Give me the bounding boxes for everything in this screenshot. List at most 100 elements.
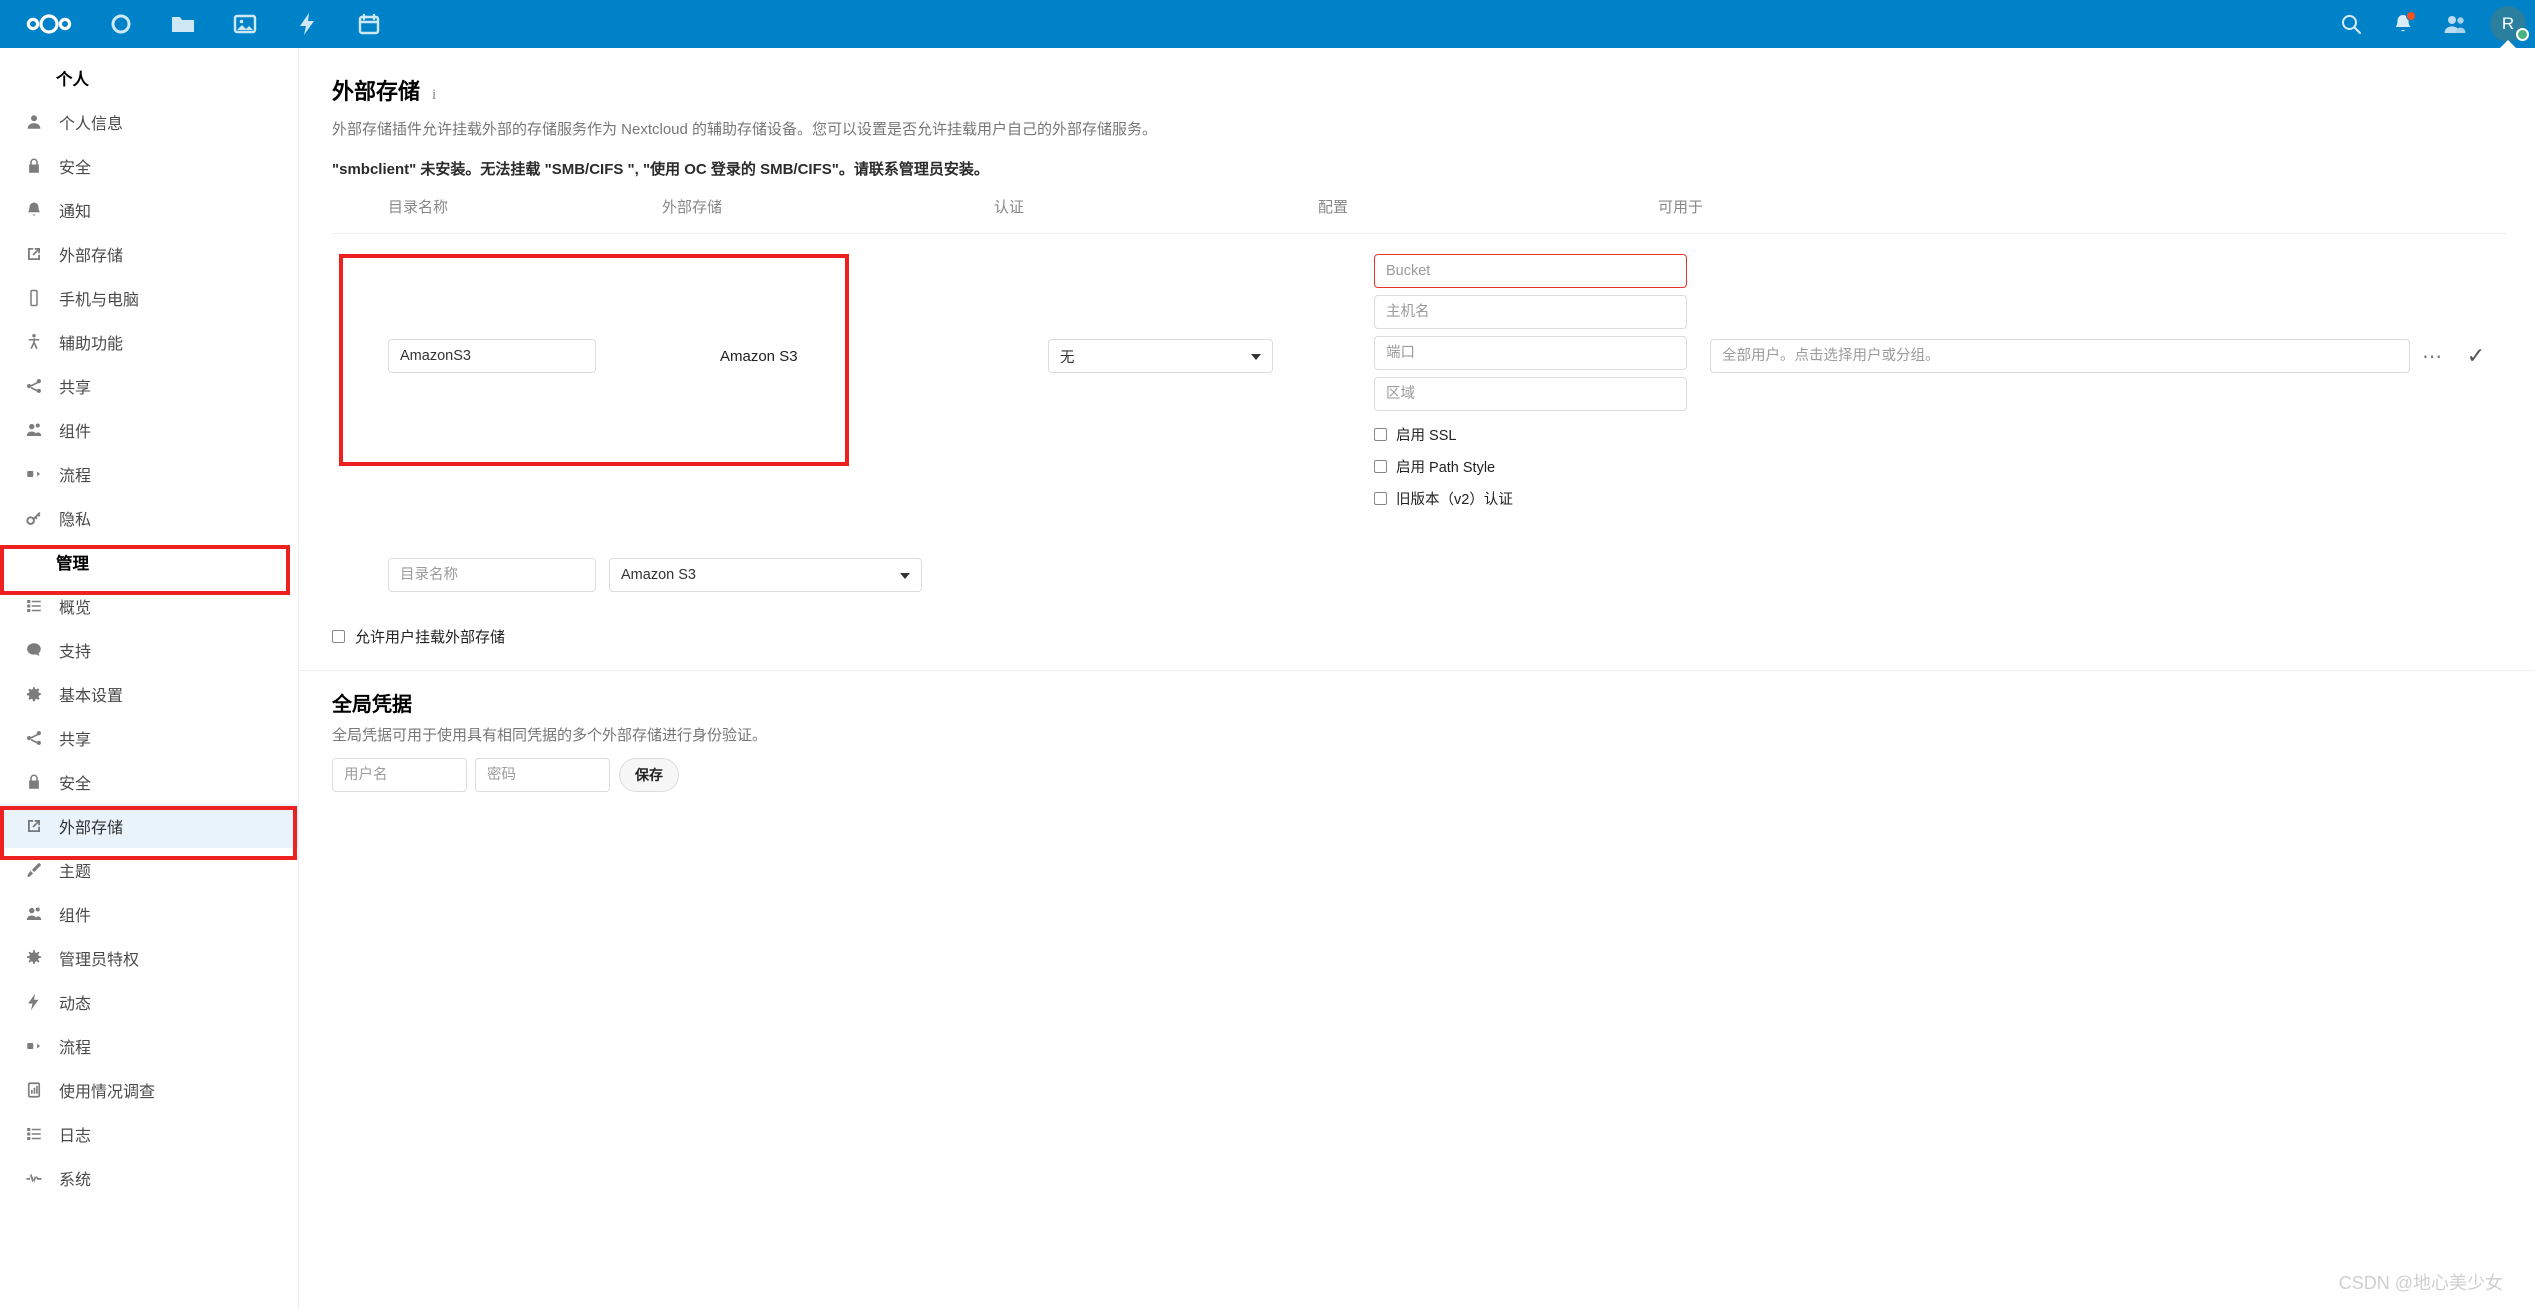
chevron-down-icon <box>1251 354 1261 360</box>
files-icon[interactable] <box>152 0 214 48</box>
enable-ssl-checkbox-row: 启用 SSL <box>1374 418 1704 450</box>
sidebar-item-admin-3[interactable]: 共享 <box>0 716 298 760</box>
port-field[interactable] <box>1374 336 1687 370</box>
sidebar-item-admin-11[interactable]: 使用情况调查 <box>0 1068 298 1112</box>
sidebar-item-admin-7[interactable]: 组件 <box>0 892 298 936</box>
activity-icon <box>22 990 46 1014</box>
checkmark-icon[interactable]: ✓ <box>2454 339 2498 373</box>
groupware-icon <box>22 418 46 442</box>
activity-icon[interactable] <box>276 0 338 48</box>
allow-user-mount-row: 允许用户挂载外部存储 <box>332 626 505 647</box>
avatar[interactable]: R <box>2481 0 2535 49</box>
authentication-select-value: 无 <box>1060 349 1075 366</box>
sidebar-item-personal-2[interactable]: 通知 <box>0 188 298 232</box>
sidebar-item-personal-0[interactable]: 个人信息 <box>0 100 298 144</box>
sidebar-item-label: 流程 <box>59 1040 92 1057</box>
enable-path-style-checkbox-row: 启用 Path Style <box>1374 450 1704 482</box>
sidebar-section-admin: 管理 <box>56 555 89 573</box>
sidebar-item-personal-5[interactable]: 辅助功能 <box>0 320 298 364</box>
sidebar-item-personal-7[interactable]: 组件 <box>0 408 298 452</box>
external-storage-icon <box>22 814 46 838</box>
sidebar-item-label: 系统 <box>59 1172 92 1189</box>
ellipsis-icon[interactable]: ⋯ <box>2410 339 2454 373</box>
sidebar-item-admin-5[interactable]: 外部存储 <box>0 804 298 848</box>
sidebar-item-admin-1[interactable]: 支持 <box>0 628 298 672</box>
calendar-icon[interactable] <box>338 0 400 48</box>
sidebar-item-admin-6[interactable]: 主题 <box>0 848 298 892</box>
gear-icon <box>22 682 46 706</box>
new-backend-select[interactable]: Amazon S3 <box>609 558 922 592</box>
folder-name-input[interactable] <box>388 339 596 373</box>
sidebar-item-personal-6[interactable]: 共享 <box>0 364 298 408</box>
table-row: Amazon S3 无 启用 SSL 启用 Path Style 旧版本（v2）认证… <box>332 234 2507 531</box>
sidebar-item-admin-9[interactable]: 动态 <box>0 980 298 1024</box>
notifications-bell-icon[interactable] <box>2377 0 2429 48</box>
sidebar-item-label: 手机与电脑 <box>59 292 140 309</box>
dashboard-icon[interactable] <box>90 0 152 48</box>
new-folder-name-input[interactable] <box>388 558 596 592</box>
sidebar-item-label: 外部存储 <box>59 820 124 837</box>
admin-privileges-icon <box>22 946 46 970</box>
sidebar-item-admin-13[interactable]: 系统 <box>0 1156 298 1200</box>
sidebar-item-admin-10[interactable]: 流程 <box>0 1024 298 1068</box>
workflow-icon <box>22 462 46 486</box>
overview-icon <box>22 594 46 618</box>
global-username-input[interactable] <box>332 758 467 792</box>
search-icon[interactable] <box>2325 0 2377 48</box>
sidebar-item-personal-3[interactable]: 外部存储 <box>0 232 298 276</box>
column-header-external-storage: 外部存储 <box>662 199 723 216</box>
sidebar-item-admin-0[interactable]: 概览 <box>0 584 298 628</box>
contacts-icon[interactable] <box>2429 0 2481 48</box>
sidebar-item-personal-8[interactable]: 流程 <box>0 452 298 496</box>
sidebar-item-admin-2[interactable]: 基本设置 <box>0 672 298 716</box>
enable-path-style-checkbox-label: 启用 Path Style <box>1396 459 1496 476</box>
section-divider <box>300 670 2535 671</box>
sidebar-item-personal-4[interactable]: 手机与电脑 <box>0 276 298 320</box>
sidebar-item-label: 组件 <box>59 908 92 925</box>
authentication-select[interactable]: 无 <box>1048 339 1273 373</box>
legacy-v2-auth-checkbox-label: 旧版本（v2）认证 <box>1396 491 1513 508</box>
column-header-available-for: 可用于 <box>1658 199 1704 216</box>
sidebar-item-admin-4[interactable]: 安全 <box>0 760 298 804</box>
online-status-dot <box>2516 28 2529 41</box>
sidebar-item-admin-12[interactable]: 日志 <box>0 1112 298 1156</box>
nextcloud-logo[interactable] <box>18 0 80 48</box>
page-title-text: 外部存储 <box>332 79 421 104</box>
bucket-field[interactable] <box>1374 254 1687 288</box>
sidebar-item-label: 组件 <box>59 424 92 441</box>
global-credentials-description: 全局凭据可用于使用具有相同凭据的多个外部存储进行身份验证。 <box>332 727 768 744</box>
available-for-input[interactable] <box>1710 339 2410 373</box>
hostname-field[interactable] <box>1374 295 1687 329</box>
legacy-v2-auth-checkbox[interactable] <box>1374 491 1387 505</box>
column-header-configuration: 配置 <box>1318 199 1349 216</box>
save-button[interactable]: 保存 <box>619 758 679 792</box>
sidebar-item-label: 日志 <box>59 1128 92 1145</box>
bell-icon <box>22 198 46 222</box>
sidebar-item-personal-1[interactable]: 安全 <box>0 144 298 188</box>
region-field[interactable] <box>1374 377 1687 411</box>
cell-authentication: 无 <box>1048 339 1273 373</box>
sidebar-item-label: 隐私 <box>59 512 92 529</box>
allow-user-mount-checkbox[interactable] <box>332 630 345 643</box>
sidebar-item-personal-9[interactable]: 隐私 <box>0 496 298 540</box>
sidebar-item-label: 使用情况调查 <box>59 1084 156 1101</box>
groupware-icon <box>22 902 46 926</box>
enable-ssl-checkbox[interactable] <box>1374 427 1387 441</box>
photos-icon[interactable] <box>214 0 276 48</box>
sidebar-item-label: 流程 <box>59 468 92 485</box>
column-header-folder-name: 目录名称 <box>388 199 449 216</box>
chevron-down-icon <box>900 573 910 579</box>
enable-path-style-checkbox[interactable] <box>1374 459 1387 473</box>
column-header-authentication: 认证 <box>994 199 1025 216</box>
lock-icon <box>22 154 46 178</box>
share-icon <box>22 374 46 398</box>
sidebar-section-personal: 个人 <box>56 71 89 89</box>
sidebar-item-label: 动态 <box>59 996 92 1013</box>
sidebar-item-label: 共享 <box>59 732 92 749</box>
lock-icon <box>22 770 46 794</box>
sidebar-item-label: 通知 <box>59 204 92 221</box>
info-icon[interactable]: i <box>432 87 436 104</box>
global-password-input[interactable] <box>475 758 610 792</box>
table-header-row: 目录名称 外部存储 认证 配置 可用于 <box>332 196 2507 234</box>
sidebar-item-admin-8[interactable]: 管理员特权 <box>0 936 298 980</box>
